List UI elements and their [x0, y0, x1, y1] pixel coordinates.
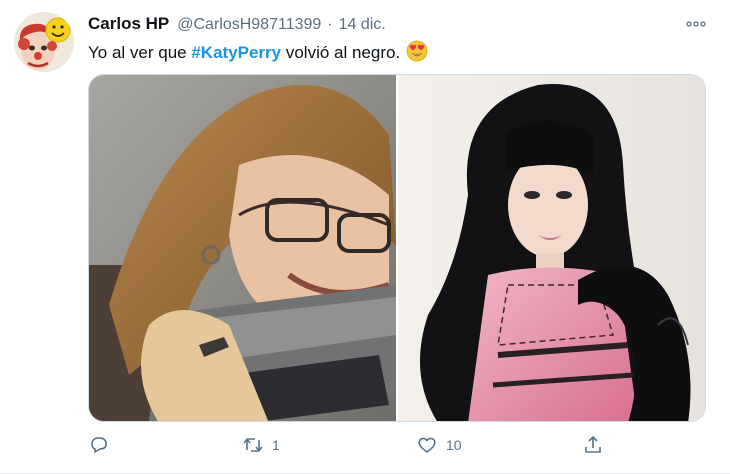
- hashtag-link[interactable]: #KatyPerry: [191, 43, 281, 62]
- media-photo-left[interactable]: [89, 75, 396, 421]
- share-button[interactable]: [582, 430, 604, 460]
- media-photo-right[interactable]: [398, 75, 705, 421]
- media-grid: [88, 74, 706, 422]
- tweet-text: Yo al ver que #KatyPerry volvió al negro…: [88, 40, 428, 69]
- katy-perry-black-hair-photo: [398, 75, 705, 421]
- like-button[interactable]: 10: [416, 430, 462, 460]
- tweet-header: Carlos HP @CarlosH98711399 · 14 dic.: [88, 13, 690, 37]
- share-icon: [582, 434, 604, 456]
- heart-eyes-emoji-icon: [406, 40, 428, 69]
- tweet-date[interactable]: 14 dic.: [339, 14, 386, 36]
- clown-smiley-avatar-icon: [14, 12, 74, 72]
- heart-icon: [416, 434, 438, 456]
- header-separator: ·: [327, 16, 333, 33]
- like-count: 10: [446, 437, 462, 453]
- tweet[interactable]: Carlos HP @CarlosH98711399 · 14 dic. Yo …: [0, 0, 730, 474]
- author-avatar[interactable]: [14, 12, 74, 72]
- tweet-text-before: Yo al ver que: [88, 43, 192, 62]
- person-biting-laptop-photo: [89, 75, 396, 421]
- more-icon: [686, 21, 706, 27]
- retweet-count: 1: [272, 437, 280, 453]
- tweet-actions: 1 10: [88, 430, 648, 460]
- reply-button[interactable]: [88, 430, 118, 460]
- more-options-button[interactable]: [684, 14, 708, 34]
- author-handle[interactable]: @CarlosH98711399: [177, 14, 321, 36]
- author-display-name[interactable]: Carlos HP: [88, 13, 169, 35]
- tweet-text-after: volvió al negro.: [281, 43, 401, 62]
- retweet-button[interactable]: 1: [242, 430, 280, 460]
- retweet-icon: [242, 434, 264, 456]
- reply-icon: [88, 434, 110, 456]
